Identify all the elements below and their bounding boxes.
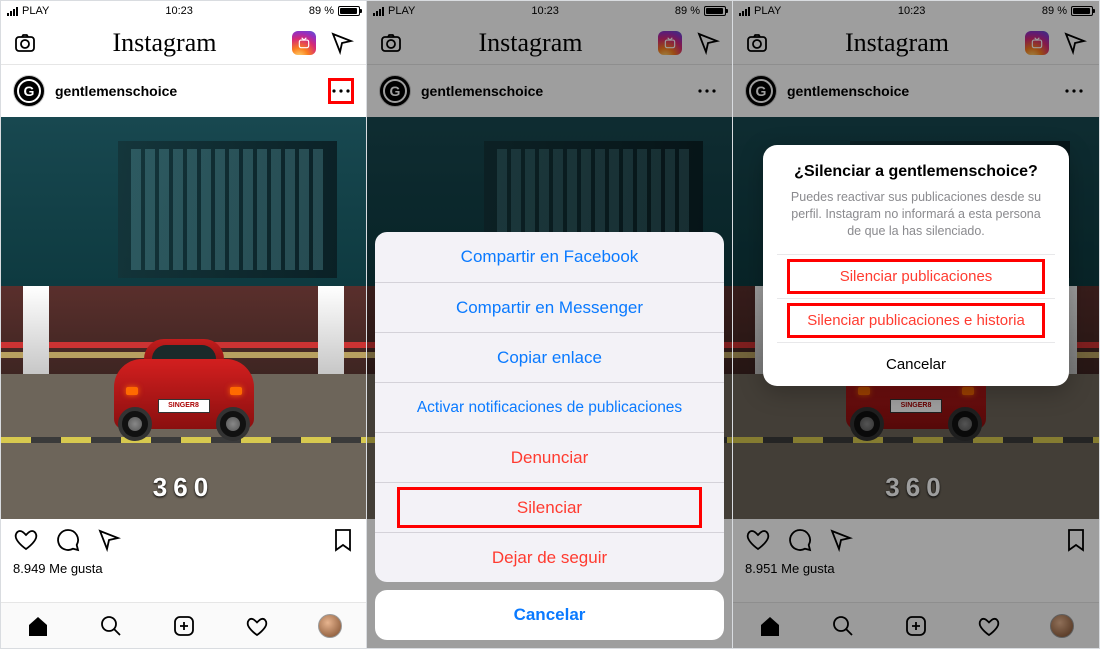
status-bar: PLAY 10:23 89 % [1, 1, 366, 21]
app-header: Instagram [1, 21, 366, 65]
post-actions [1, 519, 366, 561]
license-plate: SINGER8 [158, 399, 210, 413]
triptych: PLAY 10:23 89 % Instagram G gentlemensch… [0, 0, 1100, 649]
post-header: G gentlemenschoice [1, 65, 366, 117]
bookmark-icon[interactable] [332, 527, 354, 553]
camera-icon[interactable] [13, 31, 37, 55]
battery-label: 89 % [309, 5, 334, 17]
phone-panel-2: PLAY 10:23 89 % Instagram G gentlemensch… [367, 1, 733, 648]
mute-alert: ¿Silenciar a gentlemenschoice? Puedes re… [763, 145, 1069, 386]
clock-label: 10:23 [165, 5, 193, 17]
alert-cancel[interactable]: Cancelar [777, 342, 1055, 386]
igtv-button[interactable] [292, 31, 316, 55]
battery-icon [338, 6, 360, 16]
search-icon[interactable] [99, 614, 123, 638]
sheet-report[interactable]: Denunciar [375, 432, 724, 482]
sheet-unfollow[interactable]: Dejar de seguir [375, 532, 724, 582]
carrier-label: PLAY [22, 5, 49, 17]
activity-icon[interactable] [245, 614, 269, 638]
phone-panel-1: PLAY 10:23 89 % Instagram G gentlemensch… [1, 1, 367, 648]
author-avatar[interactable]: G [13, 75, 45, 107]
author-username[interactable]: gentlemenschoice [55, 83, 318, 99]
profile-avatar[interactable] [318, 614, 342, 638]
post-options-button[interactable] [328, 78, 354, 104]
ellipsis-icon [332, 89, 350, 93]
bottom-nav [1, 602, 366, 648]
ground-marking: 360 [153, 472, 214, 503]
action-sheet: Compartir en Facebook Compartir en Messe… [375, 232, 724, 640]
comment-icon[interactable] [55, 527, 81, 553]
alert-title: ¿Silenciar a gentlemenschoice? [777, 163, 1055, 181]
likes-count[interactable]: 8.949 Me gusta [1, 561, 366, 576]
sheet-post-notifications[interactable]: Activar notificaciones de publicaciones [375, 382, 724, 432]
app-title: Instagram [113, 28, 217, 58]
like-icon[interactable] [13, 527, 39, 553]
add-post-icon[interactable] [172, 614, 196, 638]
igtv-icon [297, 36, 311, 50]
alert-mute-posts-story[interactable]: Silenciar publicaciones e historia [777, 298, 1055, 342]
alert-mute-posts[interactable]: Silenciar publicaciones [777, 254, 1055, 298]
direct-icon[interactable] [330, 31, 354, 55]
sheet-copy-link[interactable]: Copiar enlace [375, 332, 724, 382]
alert-body: Puedes reactivar sus publicaciones desde… [777, 189, 1055, 254]
sheet-mute[interactable]: Silenciar [375, 482, 724, 532]
sheet-share-messenger[interactable]: Compartir en Messenger [375, 282, 724, 332]
sheet-share-facebook[interactable]: Compartir en Facebook [375, 232, 724, 282]
home-icon[interactable] [26, 614, 50, 638]
sheet-cancel[interactable]: Cancelar [375, 590, 724, 640]
share-icon[interactable] [97, 528, 121, 552]
signal-icon [7, 7, 18, 16]
post-image[interactable]: SINGER8 360 [1, 117, 366, 519]
phone-panel-3: PLAY 10:23 89 % Instagram G gentlemensch… [733, 1, 1099, 648]
